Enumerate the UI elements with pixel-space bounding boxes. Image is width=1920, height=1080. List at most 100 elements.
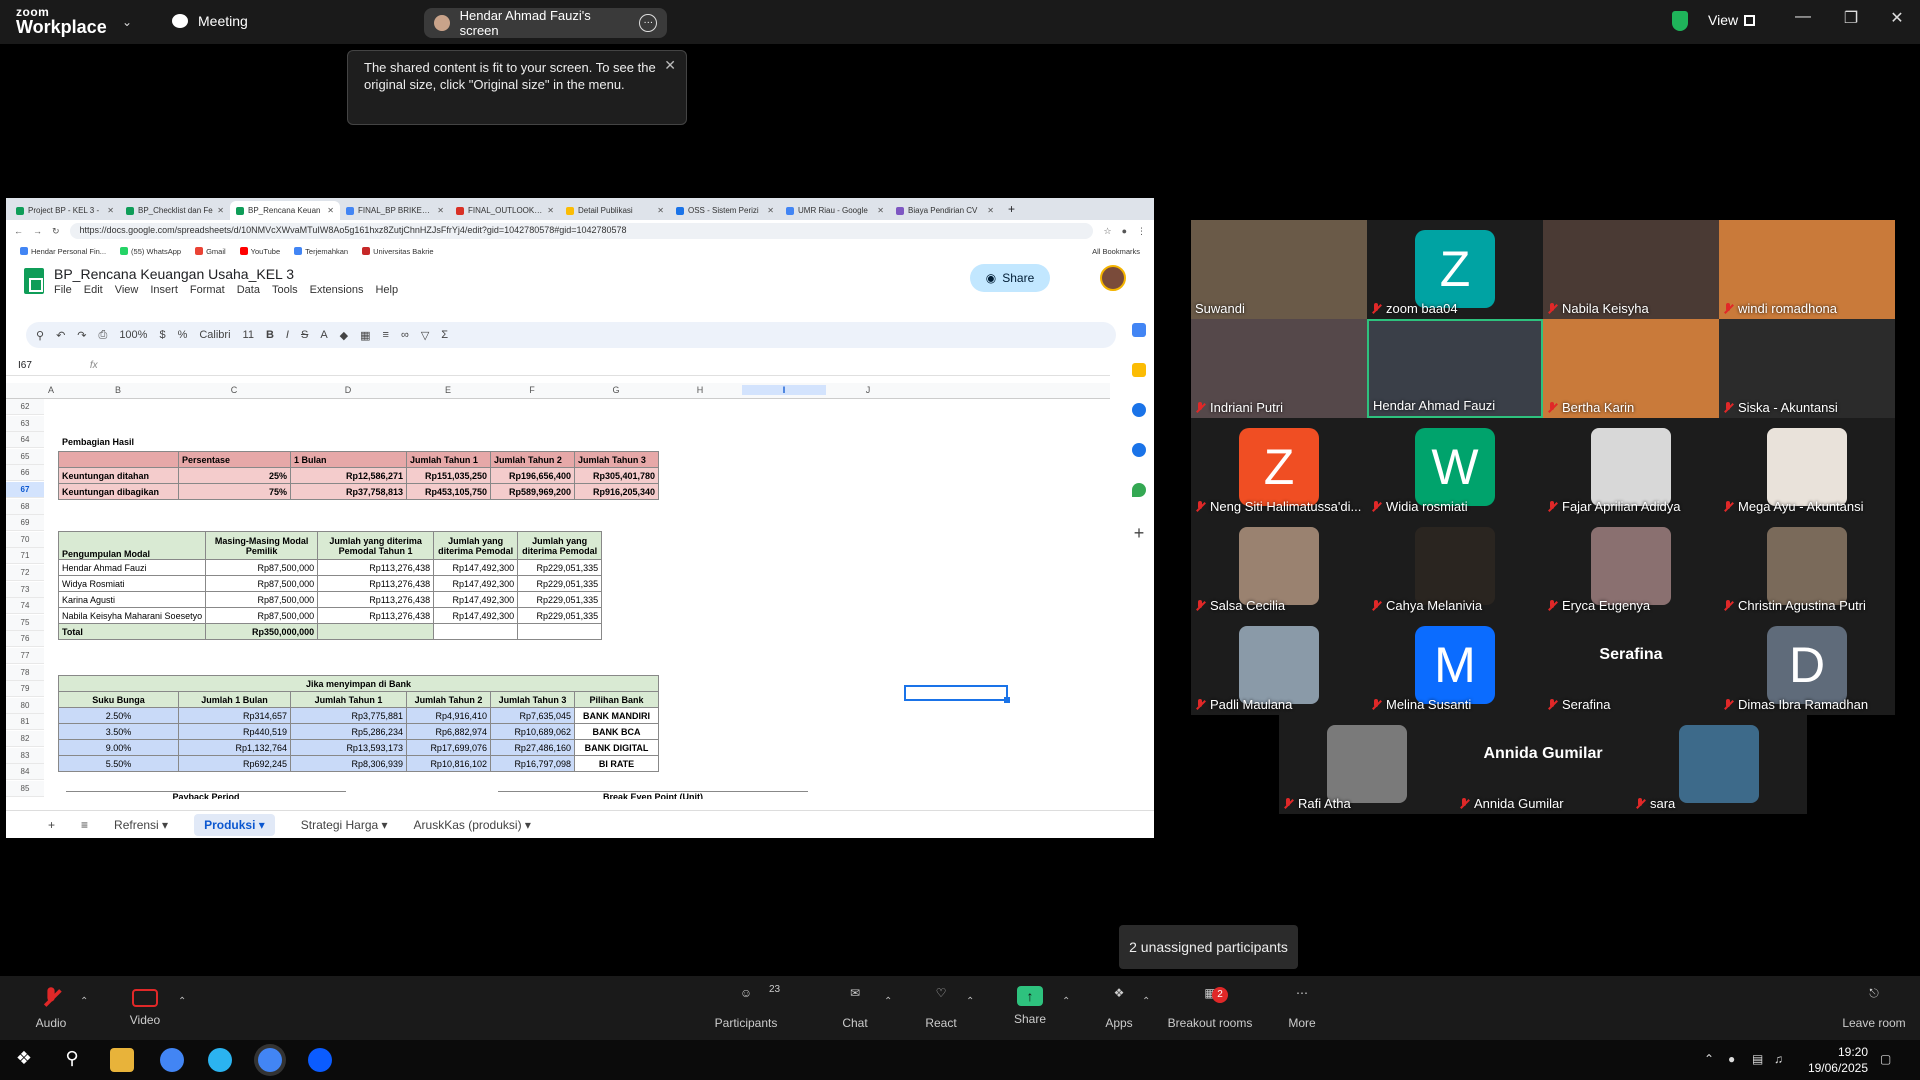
table-cell[interactable]: Jumlah yang diterima Pemodal [433, 531, 519, 560]
row-number[interactable]: 75 [6, 614, 44, 631]
participant-tile[interactable]: M Melina Susanti [1367, 616, 1543, 715]
shared-screen-pill[interactable]: Hendar Ahmad Fauzi's screen … [424, 8, 667, 38]
table-cell[interactable]: Rp229,051,335 [517, 607, 603, 624]
table-cell[interactable]: Jumlah Tahun 1 [406, 451, 491, 468]
table-cell[interactable]: Jumlah Tahun 3 [574, 451, 659, 468]
chrome-icon[interactable] [160, 1048, 184, 1072]
table-cell[interactable]: Keuntungan dibagikan [58, 483, 179, 500]
menu-tools[interactable]: Tools [272, 284, 298, 296]
table-cell[interactable]: Rp453,105,750 [406, 483, 491, 500]
sheet-tab-caret-icon[interactable]: ▾ [159, 818, 168, 832]
browser-tab[interactable]: BP_Checklist dan Fe ✕ [120, 201, 230, 220]
table-cell[interactable]: Pilihan Bank [574, 691, 659, 708]
cell-reference[interactable]: I67 [18, 360, 32, 371]
table-cell[interactable]: Rp113,276,438 [317, 607, 435, 624]
table-cell[interactable]: Persentase [178, 451, 291, 468]
row-number[interactable]: 69 [6, 515, 44, 532]
link-icon[interactable]: ∞ [401, 329, 409, 341]
table-cell[interactable]: Rp147,492,300 [433, 575, 519, 592]
sheet-tab[interactable]: Refrensi ▾ [114, 818, 168, 832]
table-cell[interactable]: Rp1,132,764 [178, 739, 291, 756]
sheet-tab[interactable]: Produksi ▾ [194, 813, 275, 836]
font-size-input[interactable]: 11 [243, 329, 254, 341]
tab-close-icon[interactable]: ✕ [547, 206, 554, 215]
participant-tile[interactable]: Fajar Aprilian Adidya [1543, 418, 1719, 517]
participant-tile[interactable]: Nabila Keisyha [1543, 220, 1719, 319]
participants-button[interactable]: ☺ 23 Participants [712, 984, 780, 1030]
browser-tab[interactable]: OSS - Sistem Perizi ✕ [670, 201, 780, 220]
minimize-icon[interactable]: — [1788, 8, 1818, 26]
table-cell[interactable]: Rp87,500,000 [205, 591, 319, 608]
participant-tile[interactable]: windi romadhona [1719, 220, 1895, 319]
tab-close-icon[interactable]: ✕ [437, 206, 444, 215]
chat-options-caret-icon[interactable]: ⌃ [884, 996, 892, 1007]
zoom-taskbar-icon[interactable] [308, 1048, 332, 1072]
browser-tab[interactable]: FINAL_OUTLOOK_K ✕ [450, 201, 560, 220]
functions-icon[interactable]: Σ [441, 329, 448, 341]
participant-tile[interactable]: Salsa Cecilia [1191, 517, 1367, 616]
apps-button[interactable]: ❖ Apps [1084, 986, 1154, 1030]
tasks-icon[interactable] [1132, 403, 1146, 417]
borders-icon[interactable]: ▦ [360, 329, 370, 342]
sheet-tab-caret-icon[interactable]: ▾ [255, 818, 265, 832]
table-cell[interactable]: BI RATE [574, 755, 659, 772]
table-cell[interactable]: Jumlah yang diterima Pemodal [517, 531, 603, 560]
redo-icon[interactable]: ↷ [77, 329, 86, 342]
column-header[interactable]: F [490, 385, 574, 395]
breakout-rooms-button[interactable]: ▦ Breakout rooms [1164, 986, 1256, 1030]
tab-close-icon[interactable]: ✕ [327, 206, 334, 215]
more-options-icon[interactable]: … [639, 14, 657, 32]
share-screen-button[interactable]: ↑ Share [995, 986, 1065, 1026]
table-cell[interactable]: Rp147,492,300 [433, 607, 519, 624]
reload-icon[interactable]: ↻ [52, 226, 60, 237]
table-cell[interactable]: Total [57, 623, 207, 640]
tab-close-icon[interactable]: ✕ [767, 206, 774, 215]
participant-tile[interactable]: Christin Agustina Putri [1719, 517, 1895, 616]
app-icon[interactable] [208, 1048, 232, 1072]
sheet-grid[interactable]: 62 63 64 65 66 67 68 69 70 71 72 73 74 75 76 77 78 79 80 81… [6, 399, 1110, 799]
table-cell[interactable]: Rp87,500,000 [205, 559, 319, 576]
network-icon[interactable]: ▤ [1752, 1052, 1763, 1066]
table-cell[interactable]: Rp147,492,300 [433, 591, 519, 608]
text-color-icon[interactable]: A [320, 329, 327, 341]
column-header[interactable]: I [742, 385, 826, 395]
more-button[interactable]: ⋯ More [1267, 986, 1337, 1030]
menu-insert[interactable]: Insert [150, 284, 178, 296]
new-tab-icon[interactable]: + [1000, 202, 1023, 220]
row-number[interactable]: 80 [6, 697, 44, 714]
column-header[interactable]: E [406, 385, 490, 395]
column-header[interactable]: D [290, 385, 406, 395]
strikethrough-icon[interactable]: S [301, 329, 308, 341]
menu-view[interactable]: View [115, 284, 139, 296]
bookmark-item[interactable]: Gmail [195, 247, 226, 256]
table-cell[interactable] [58, 451, 179, 468]
table-cell[interactable]: BANK MANDIRI [574, 707, 659, 724]
table-cell[interactable]: Rp87,500,000 [205, 575, 319, 592]
menu-extensions[interactable]: Extensions [310, 284, 364, 296]
tab-close-icon[interactable]: ✕ [657, 206, 664, 215]
menu-edit[interactable]: Edit [84, 284, 103, 296]
table-cell[interactable]: Rp440,519 [178, 723, 291, 740]
table-cell[interactable]: Rp589,969,200 [490, 483, 575, 500]
back-icon[interactable]: ← [14, 226, 23, 236]
browser-tab[interactable]: Biaya Pendirian CV ✕ [890, 201, 1000, 220]
tab-close-icon[interactable]: ✕ [107, 206, 114, 215]
participant-tile[interactable]: D Dimas Ibra Ramadhan [1719, 616, 1895, 715]
url-field[interactable]: https://docs.google.com/spreadsheets/d/1… [69, 223, 1094, 239]
video-options-caret-icon[interactable]: ⌃ [178, 996, 186, 1007]
table-cell[interactable]: Rp113,276,438 [317, 591, 435, 608]
row-number[interactable]: 81 [6, 714, 44, 731]
share-button[interactable]: ◉ Share [970, 264, 1050, 292]
table-cell[interactable]: Rp113,276,438 [317, 559, 435, 576]
participant-tile[interactable]: Cahya Melanivia [1367, 517, 1543, 616]
table-cell[interactable]: Rp305,401,780 [574, 467, 659, 484]
table-cell[interactable]: Jumlah 1 Bulan [178, 691, 291, 708]
participant-tile[interactable]: Z Neng Siti Halimatussa'di... [1191, 418, 1367, 517]
audio-options-caret-icon[interactable]: ⌃ [80, 996, 88, 1007]
table-cell[interactable]: 25% [178, 467, 291, 484]
modal-table[interactable]: Pengumpulan Modal Masing-Masing Modal Pem… [57, 531, 603, 640]
browser-tab[interactable]: Detail Publikasi ✕ [560, 201, 670, 220]
taskbar-clock[interactable]: 19:20 19/06/2025 [1800, 1044, 1868, 1076]
browser-tab[interactable]: FINAL_BP BRIKET U ✕ [340, 201, 450, 220]
row-number[interactable]: 78 [6, 664, 44, 681]
